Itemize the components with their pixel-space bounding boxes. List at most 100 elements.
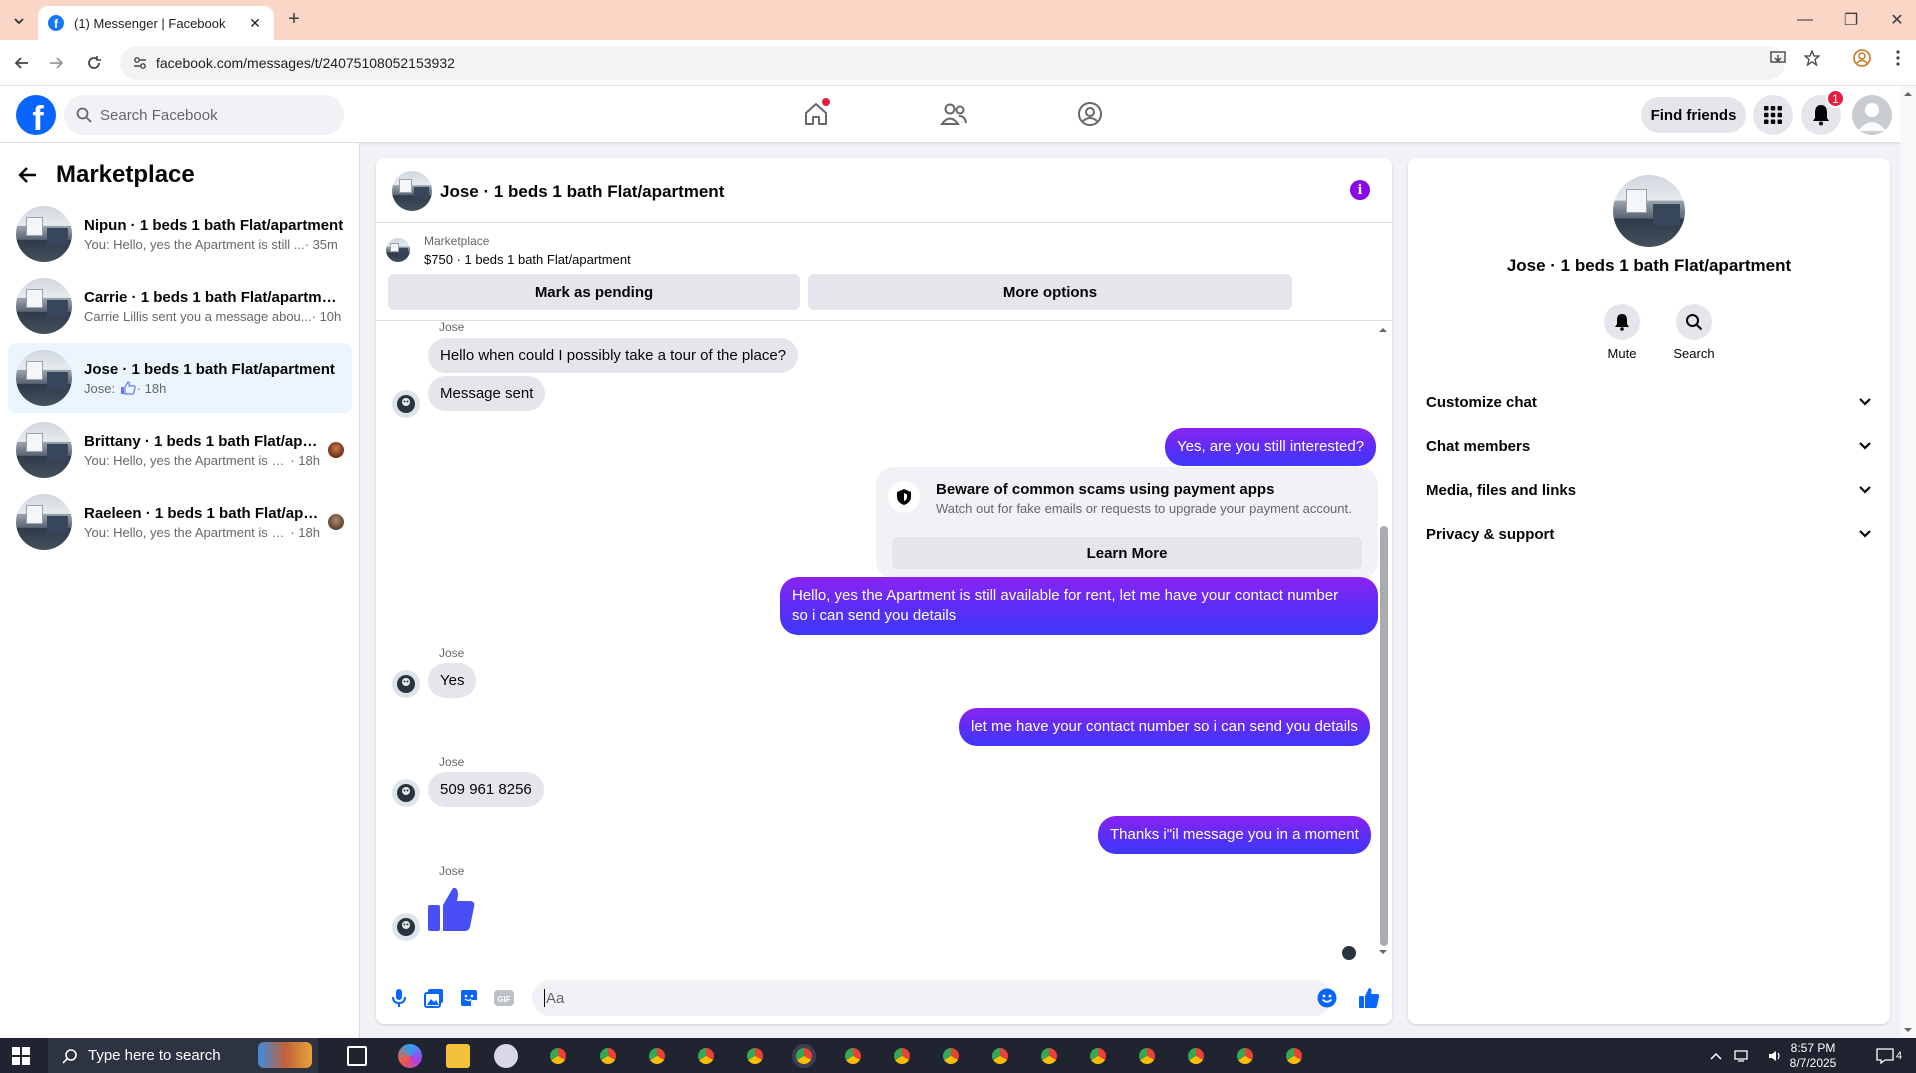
chat-info-panel: Jose · 1 beds 1 bath Flat/apartment Mute… — [1408, 158, 1890, 1024]
media-files-links-row[interactable]: Media, files and links — [1416, 468, 1882, 512]
scroll-down-icon[interactable] — [1376, 948, 1390, 956]
page-scrollbar[interactable] — [1900, 86, 1916, 1038]
show-hidden-icons[interactable] — [1710, 1038, 1722, 1073]
back-arrow-icon[interactable] — [18, 157, 54, 193]
bookmark-star-icon[interactable] — [1802, 48, 1822, 68]
search-conversation-button[interactable]: Search — [1664, 304, 1724, 361]
chrome-icon[interactable] — [546, 1044, 570, 1068]
facebook-logo-icon[interactable]: f — [16, 95, 56, 135]
chrome-icon[interactable] — [939, 1044, 963, 1068]
mark-as-pending-button[interactable]: Mark as pending — [388, 274, 800, 310]
conversation-item-jose[interactable]: Jose · 1 beds 1 bath Flat/apartment Jose… — [8, 343, 352, 413]
sender-avatar[interactable] — [392, 779, 420, 807]
action-center-button[interactable]: 4 — [1876, 1038, 1902, 1073]
sender-avatar[interactable] — [392, 670, 420, 698]
conversation-item-nipun[interactable]: Nipun · 1 beds 1 bath Flat/apartment You… — [8, 199, 352, 269]
customize-chat-row[interactable]: Customize chat — [1416, 380, 1882, 424]
notifications-button[interactable]: 1 — [1801, 89, 1845, 135]
chrome-icon[interactable] — [1086, 1044, 1110, 1068]
outgoing-message[interactable]: Thanks i"il message you in a moment — [1098, 816, 1371, 854]
back-button[interactable] — [10, 51, 34, 75]
restore-button[interactable]: ❐ — [1836, 6, 1866, 34]
microphone-icon[interactable] — [388, 987, 410, 1009]
find-friends-button[interactable]: Find friends — [1641, 97, 1746, 133]
chat-title[interactable]: Jose · 1 beds 1 bath Flat/apartment — [440, 182, 724, 202]
account-avatar[interactable] — [1852, 95, 1892, 135]
scroll-up-icon[interactable] — [1900, 90, 1916, 98]
windows-start-icon[interactable] — [12, 1047, 30, 1065]
install-app-icon[interactable] — [1768, 48, 1788, 68]
groups-icon — [1078, 102, 1102, 126]
chrome-icon-active[interactable] — [792, 1044, 816, 1068]
url-field[interactable]: facebook.com/messages/t/2407510805215393… — [120, 46, 1785, 80]
site-info-icon[interactable] — [132, 55, 148, 71]
scroll-thumb[interactable] — [1380, 526, 1388, 946]
conversation-item-carrie[interactable]: Carrie · 1 beds 1 bath Flat/apartment Ca… — [8, 271, 352, 341]
tab-close-icon[interactable]: ✕ — [246, 15, 264, 32]
forward-button[interactable] — [44, 51, 68, 75]
outgoing-message[interactable]: Yes, are you still interested? — [1165, 428, 1377, 466]
sender-avatar[interactable] — [392, 390, 420, 418]
outgoing-message[interactable]: Hello, yes the Apartment is still availa… — [780, 577, 1378, 635]
chrome-icon[interactable] — [694, 1044, 718, 1068]
taskbar-clock[interactable]: 8:57 PM 8/7/2025 — [1778, 1041, 1848, 1071]
reload-button[interactable] — [82, 51, 106, 75]
chat-scrollbar[interactable] — [1376, 326, 1390, 956]
listing-thumbnail[interactable] — [1613, 175, 1685, 247]
scroll-down-icon[interactable] — [1900, 1026, 1916, 1034]
chrome-icon[interactable] — [743, 1044, 767, 1068]
tab-search-button[interactable] — [8, 10, 30, 32]
incoming-message[interactable]: Message sent — [428, 376, 546, 411]
facebook-search-input[interactable]: Search Facebook — [64, 95, 344, 135]
home-nav-button[interactable] — [796, 96, 836, 132]
sticker-icon[interactable] — [458, 987, 480, 1009]
more-options-button[interactable]: More options — [808, 274, 1292, 310]
scroll-up-icon[interactable] — [1376, 326, 1390, 334]
chrome-icon[interactable] — [596, 1044, 620, 1068]
snipping-tool-icon[interactable] — [494, 1044, 518, 1068]
network-icon[interactable] — [1734, 1038, 1748, 1073]
profile-icon[interactable] — [1852, 48, 1872, 68]
thumbs-up-reaction-icon[interactable] — [426, 885, 476, 938]
chat-thumbnail[interactable] — [392, 171, 432, 211]
gif-icon[interactable]: GIF — [493, 987, 515, 1009]
new-tab-button[interactable]: + — [282, 8, 306, 32]
learn-more-button[interactable]: Learn More — [892, 537, 1362, 569]
sender-avatar[interactable] — [392, 913, 420, 941]
menu-grid-button[interactable] — [1753, 95, 1793, 135]
file-explorer-icon[interactable] — [446, 1044, 470, 1068]
conversation-item-raeleen[interactable]: Raeleen · 1 beds 1 bath Flat/apar... You… — [8, 487, 352, 557]
chrome-icon[interactable] — [1135, 1044, 1159, 1068]
outgoing-message[interactable]: let me have your contact number so i can… — [959, 708, 1370, 746]
groups-nav-button[interactable] — [1070, 96, 1110, 132]
chat-members-row[interactable]: Chat members — [1416, 424, 1882, 468]
mute-button[interactable]: Mute — [1592, 304, 1652, 361]
chrome-icon[interactable] — [1184, 1044, 1208, 1068]
friends-nav-button[interactable] — [934, 96, 974, 132]
chrome-icon[interactable] — [890, 1044, 914, 1068]
chrome-icon[interactable] — [1037, 1044, 1061, 1068]
listing-summary[interactable]: Marketplace $750 · 1 beds 1 bath Flat/ap… — [386, 230, 1382, 270]
emoji-icon[interactable] — [1316, 987, 1338, 1009]
chrome-icon[interactable] — [645, 1044, 669, 1068]
conversation-item-brittany[interactable]: Brittany · 1 beds 1 bath Flat/apar... Yo… — [8, 415, 352, 485]
incoming-message[interactable]: 509 961 8256 — [428, 772, 544, 807]
chrome-icon[interactable] — [1282, 1044, 1306, 1068]
message-input[interactable]: Aa — [532, 980, 1332, 1016]
copilot-icon[interactable] — [398, 1044, 422, 1068]
taskbar-search-input[interactable]: Type here to search — [48, 1038, 318, 1073]
close-window-button[interactable]: ✕ — [1882, 6, 1912, 34]
incoming-message[interactable]: Hello when could I possibly take a tour … — [428, 338, 799, 373]
browser-tab-active[interactable]: f (1) Messenger | Facebook ✕ — [38, 6, 274, 40]
chrome-icon[interactable] — [841, 1044, 865, 1068]
incoming-message[interactable]: Yes — [428, 663, 477, 698]
minimize-button[interactable]: — — [1790, 6, 1820, 34]
privacy-support-row[interactable]: Privacy & support — [1416, 512, 1882, 556]
task-view-icon[interactable] — [347, 1046, 367, 1066]
send-like-button[interactable] — [1358, 987, 1380, 1009]
chrome-icon[interactable] — [1233, 1044, 1257, 1068]
chrome-icon[interactable] — [988, 1044, 1012, 1068]
photo-icon[interactable] — [423, 987, 445, 1009]
info-icon[interactable]: i — [1350, 180, 1370, 200]
browser-menu-icon[interactable] — [1888, 48, 1908, 68]
